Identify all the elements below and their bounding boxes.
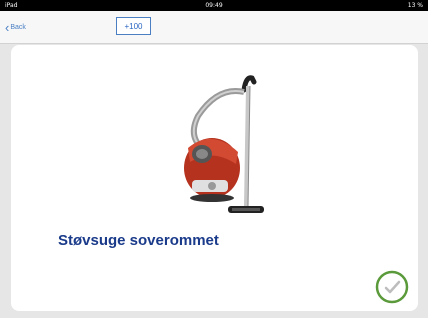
checkmark-circle-icon[interactable] <box>375 270 409 304</box>
vacuum-cleaner-icon <box>184 75 264 213</box>
chevron-left-icon: ‹ <box>5 20 10 35</box>
task-card: Støvsuge soverommet <box>11 45 418 311</box>
clock: 09:49 <box>205 2 223 9</box>
back-label: Back <box>10 24 26 31</box>
task-title: Støvsuge soverommet <box>58 232 219 249</box>
status-bar: iPad 09:49 13 % <box>0 0 428 11</box>
navigation-bar: ‹ Back +100 <box>0 11 428 44</box>
back-button[interactable]: ‹ Back <box>5 21 26 35</box>
battery-level: 13 % <box>407 2 423 9</box>
score-badge: +100 <box>116 17 151 35</box>
